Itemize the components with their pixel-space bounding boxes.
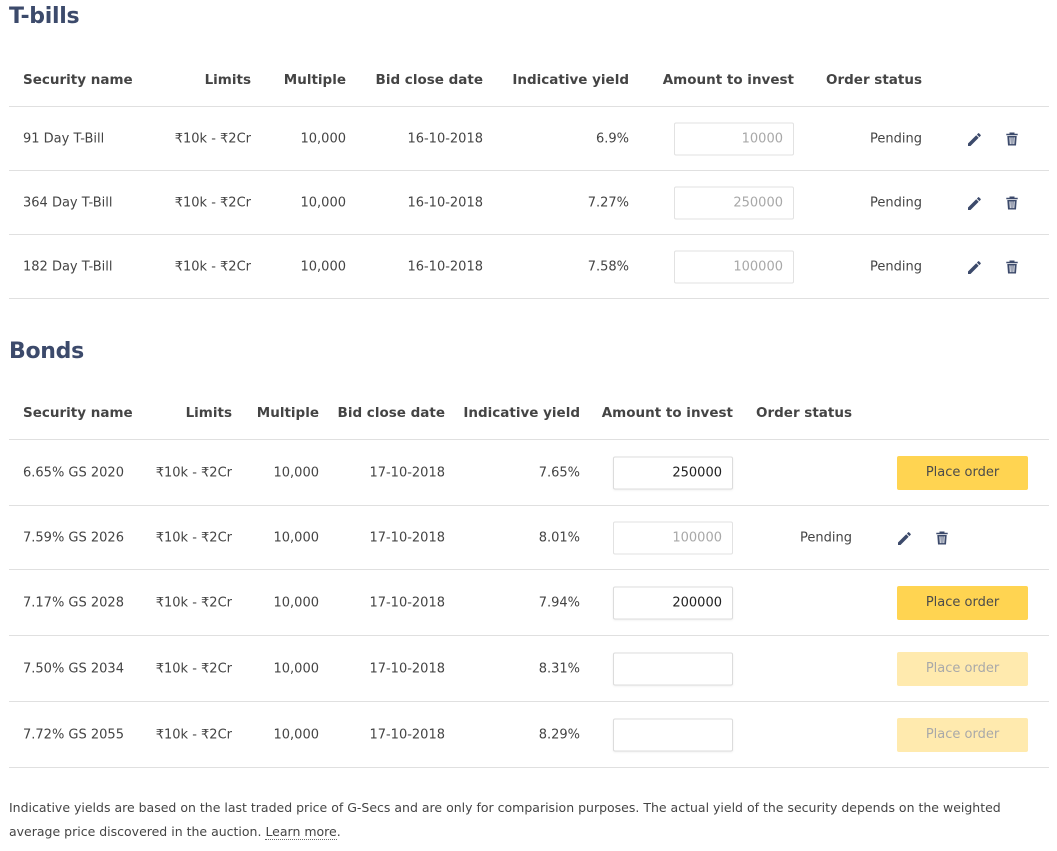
limits: ₹10k - ₹2Cr (174, 131, 251, 146)
tbills-title: T-bills (9, 4, 80, 29)
multiple: 10,000 (273, 465, 320, 480)
tbills-table-header: Security name Limits Multiple Bid close … (9, 70, 1049, 90)
amount-input[interactable] (674, 122, 794, 155)
indicative-yield: 7.94% (538, 595, 580, 610)
col-order-status: Order status (755, 405, 852, 421)
col-security-name: Security name (23, 405, 133, 421)
pencil-icon[interactable] (966, 130, 984, 148)
multiple: 10,000 (273, 661, 320, 676)
table-row: 7.17% GS 2028 ₹10k - ₹2Cr 10,000 17-10-2… (9, 569, 1049, 635)
security-name: 91 Day T-Bill (23, 131, 105, 146)
disclaimer-period: . (336, 824, 341, 839)
security-name: 7.50% GS 2034 (23, 661, 124, 676)
order-status: Pending (870, 259, 922, 274)
order-status: Pending (800, 530, 852, 545)
trash-icon[interactable] (1003, 258, 1021, 276)
indicative-yield: 7.58% (587, 259, 629, 274)
order-status: Pending (870, 131, 922, 146)
limits: ₹10k - ₹2Cr (174, 195, 251, 210)
trash-icon[interactable] (1003, 194, 1021, 212)
trash-icon[interactable] (933, 529, 951, 547)
col-bid-close-date: Bid close date (375, 72, 483, 88)
amount-input[interactable] (613, 718, 733, 751)
amount-input[interactable] (613, 652, 733, 685)
indicative-yield: 8.31% (538, 661, 580, 676)
table-row: 7.72% GS 2055 ₹10k - ₹2Cr 10,000 17-10-2… (9, 701, 1049, 768)
indicative-yield: 7.27% (587, 195, 629, 210)
bonds-table-header: Security name Limits Multiple Bid close … (9, 403, 1049, 423)
place-order-button[interactable]: Place order (897, 717, 1028, 752)
security-name: 7.72% GS 2055 (23, 727, 124, 742)
multiple: 10,000 (273, 727, 320, 742)
pencil-icon[interactable] (966, 258, 984, 276)
table-row: 7.59% GS 2026 ₹10k - ₹2Cr 10,000 17-10-2… (9, 505, 1049, 569)
security-name: 7.17% GS 2028 (23, 595, 124, 610)
security-name: 7.59% GS 2026 (23, 530, 124, 545)
table-row: 7.50% GS 2034 ₹10k - ₹2Cr 10,000 17-10-2… (9, 635, 1049, 701)
indicative-yield: 8.29% (538, 727, 580, 742)
col-multiple: Multiple (283, 72, 346, 88)
bid-close-date: 17-10-2018 (369, 465, 445, 480)
table-row: 182 Day T-Bill ₹10k - ₹2Cr 10,000 16-10-… (9, 234, 1049, 299)
bid-close-date: 16-10-2018 (407, 195, 483, 210)
amount-input[interactable] (613, 586, 733, 619)
bonds-title: Bonds (9, 339, 84, 364)
limits: ₹10k - ₹2Cr (174, 259, 251, 274)
col-amount-to-invest: Amount to invest (662, 72, 794, 88)
bid-close-date: 16-10-2018 (407, 131, 483, 146)
col-limits: Limits (204, 72, 251, 88)
col-indicative-yield: Indicative yield (512, 72, 629, 88)
multiple: 10,000 (300, 259, 347, 274)
amount-input[interactable] (674, 186, 794, 219)
col-limits: Limits (185, 405, 232, 421)
indicative-yield: 8.01% (538, 530, 580, 545)
bid-close-date: 16-10-2018 (407, 259, 483, 274)
order-status: Pending (870, 195, 922, 210)
col-bid-close-date: Bid close date (337, 405, 445, 421)
limits: ₹10k - ₹2Cr (155, 661, 232, 676)
security-name: 364 Day T-Bill (23, 195, 113, 210)
multiple: 10,000 (273, 530, 320, 545)
limits: ₹10k - ₹2Cr (155, 465, 232, 480)
multiple: 10,000 (300, 131, 347, 146)
col-security-name: Security name (23, 72, 133, 88)
trash-icon[interactable] (1003, 130, 1021, 148)
limits: ₹10k - ₹2Cr (155, 727, 232, 742)
table-row: 91 Day T-Bill ₹10k - ₹2Cr 10,000 16-10-2… (9, 106, 1049, 170)
amount-input[interactable] (613, 456, 733, 489)
col-amount-to-invest: Amount to invest (601, 405, 733, 421)
pencil-icon[interactable] (896, 529, 914, 547)
place-order-button[interactable]: Place order (897, 651, 1028, 686)
security-name: 182 Day T-Bill (23, 259, 113, 274)
col-indicative-yield: Indicative yield (463, 405, 580, 421)
limits: ₹10k - ₹2Cr (155, 595, 232, 610)
limits: ₹10k - ₹2Cr (155, 530, 232, 545)
indicative-yield: 7.65% (538, 465, 580, 480)
indicative-yield: 6.9% (595, 131, 629, 146)
place-order-button[interactable]: Place order (897, 585, 1028, 620)
table-row: 6.65% GS 2020 ₹10k - ₹2Cr 10,000 17-10-2… (9, 439, 1049, 505)
col-multiple: Multiple (256, 405, 319, 421)
yield-disclaimer: Indicative yields are based on the last … (9, 796, 1049, 844)
multiple: 10,000 (300, 195, 347, 210)
table-row: 364 Day T-Bill ₹10k - ₹2Cr 10,000 16-10-… (9, 170, 1049, 234)
security-name: 6.65% GS 2020 (23, 465, 124, 480)
amount-input[interactable] (674, 250, 794, 283)
bid-close-date: 17-10-2018 (369, 595, 445, 610)
multiple: 10,000 (273, 595, 320, 610)
amount-input[interactable] (613, 521, 733, 554)
bid-close-date: 17-10-2018 (369, 727, 445, 742)
col-order-status: Order status (825, 72, 922, 88)
bid-close-date: 17-10-2018 (369, 661, 445, 676)
pencil-icon[interactable] (966, 194, 984, 212)
place-order-button[interactable]: Place order (897, 455, 1028, 490)
learn-more-link[interactable]: Learn more (265, 824, 337, 840)
disclaimer-text: Indicative yields are based on the last … (9, 800, 1001, 839)
bid-close-date: 17-10-2018 (369, 530, 445, 545)
